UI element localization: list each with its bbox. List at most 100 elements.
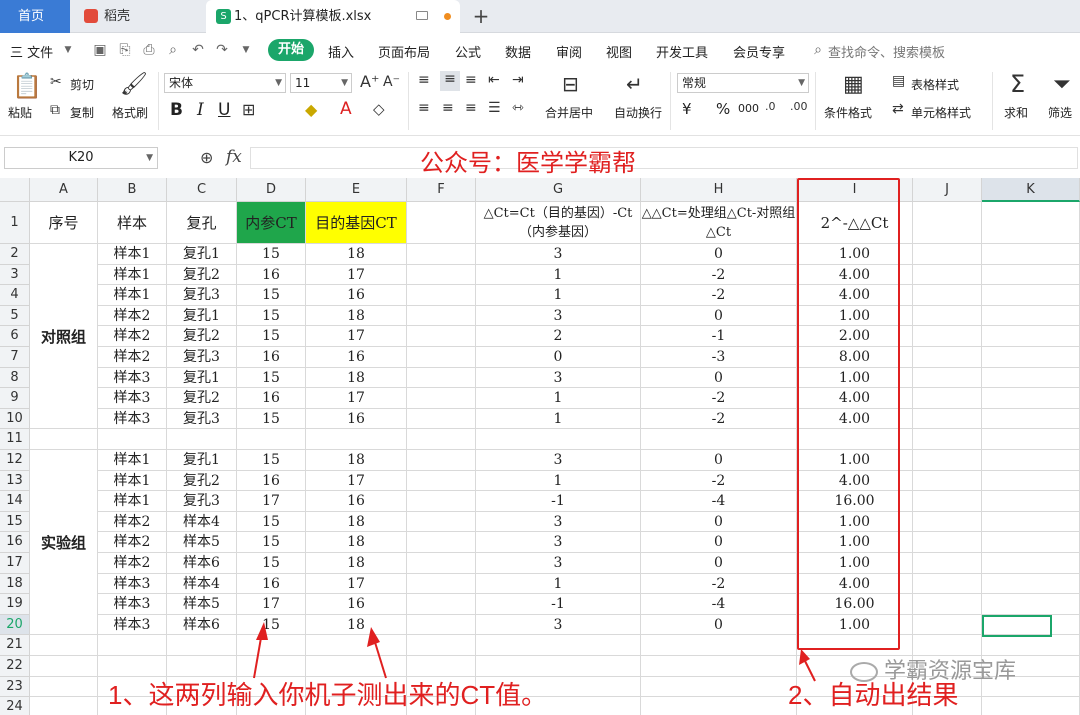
table-cell[interactable] — [641, 656, 797, 677]
table-cell[interactable] — [30, 676, 98, 698]
table-cell[interactable] — [30, 635, 98, 656]
table-cell[interactable]: -2 — [641, 388, 797, 409]
table-cell[interactable]: 4.00 — [797, 573, 913, 595]
table-cell[interactable]: 0 — [641, 450, 797, 471]
table-cell[interactable]: 17 — [237, 491, 306, 512]
table-cell[interactable]: 18 — [306, 614, 407, 636]
table-cell[interactable]: 18 — [306, 511, 407, 533]
table-cell[interactable] — [407, 553, 476, 574]
table-cell[interactable]: 17 — [306, 326, 407, 347]
table-cell[interactable]: 1.00 — [797, 511, 913, 533]
table-cell[interactable]: 1.00 — [797, 553, 913, 574]
table-cell[interactable] — [407, 408, 476, 430]
decrease-decimal-icon[interactable]: .00 — [790, 100, 808, 113]
formula-input[interactable] — [250, 147, 1078, 169]
format-painter-button[interactable]: 格式刷 — [112, 104, 148, 121]
row-header[interactable]: 13 — [0, 470, 30, 492]
table-cell[interactable] — [982, 450, 1080, 471]
cell-style-button[interactable]: 单元格样式 — [911, 104, 971, 121]
group-label-control[interactable]: 对照组 — [30, 244, 98, 430]
header-cell[interactable]: 复孔 — [167, 202, 237, 244]
table-cell[interactable]: 样本3 — [98, 367, 167, 389]
table-cell[interactable]: 复孔1 — [167, 450, 237, 471]
menu-insert[interactable]: 插入 — [328, 42, 354, 61]
paste-icon[interactable]: 📋 — [12, 72, 42, 100]
table-cell[interactable]: 18 — [306, 553, 407, 574]
table-cell[interactable] — [982, 491, 1080, 512]
column-header-c[interactable]: C — [167, 178, 237, 202]
row-header[interactable]: 17 — [0, 553, 30, 574]
table-cell[interactable]: 4.00 — [797, 388, 913, 409]
table-cell[interactable]: 16.00 — [797, 491, 913, 512]
row-header[interactable]: 15 — [0, 511, 30, 533]
menu-view[interactable]: 视图 — [606, 42, 632, 61]
copy-button[interactable]: 复制 — [70, 104, 94, 121]
table-cell[interactable]: -1 — [641, 326, 797, 347]
table-cell[interactable]: 18 — [306, 367, 407, 389]
table-cell[interactable]: 15 — [237, 614, 306, 636]
table-cell[interactable]: 样本2 — [98, 347, 167, 368]
table-cell[interactable]: 17 — [306, 573, 407, 595]
table-cell[interactable]: 1 — [476, 264, 641, 286]
row-header[interactable]: 2 — [0, 244, 30, 265]
command-search[interactable]: 查找命令、搜索模板 — [828, 42, 945, 61]
table-cell[interactable]: 16 — [237, 347, 306, 368]
table-cell[interactable] — [913, 244, 982, 265]
print-preview-icon[interactable]: ⌕ — [165, 42, 181, 58]
new-tab-button[interactable]: + — [470, 0, 492, 33]
font-shrink-icon[interactable]: A⁻ — [383, 74, 400, 90]
table-cell[interactable]: -1 — [476, 491, 641, 512]
table-cell[interactable] — [306, 656, 407, 677]
table-cell[interactable]: 1 — [476, 285, 641, 306]
table-cell[interactable] — [306, 429, 407, 450]
table-cell[interactable]: 16 — [237, 264, 306, 286]
table-cell[interactable] — [982, 697, 1080, 715]
align-center-icon[interactable]: ≡ — [442, 100, 454, 116]
table-cell[interactable] — [982, 347, 1080, 368]
table-cell[interactable]: 0 — [641, 553, 797, 574]
table-cell[interactable] — [407, 285, 476, 306]
row-header[interactable]: 22 — [0, 656, 30, 677]
table-cell[interactable] — [982, 429, 1080, 450]
table-cell[interactable]: 复孔3 — [167, 285, 237, 306]
table-cell[interactable] — [407, 388, 476, 409]
table-cell[interactable] — [407, 326, 476, 347]
table-cell[interactable]: 复孔3 — [167, 408, 237, 430]
table-cell[interactable] — [407, 656, 476, 677]
table-cell[interactable]: 1.00 — [797, 367, 913, 389]
sum-button[interactable]: 求和 — [1004, 104, 1028, 121]
row-header[interactable]: 8 — [0, 367, 30, 389]
table-cell[interactable]: 样本3 — [98, 614, 167, 636]
table-cell[interactable] — [982, 553, 1080, 574]
align-left-icon[interactable]: ≡ — [418, 100, 430, 116]
table-cell[interactable] — [982, 285, 1080, 306]
table-cell[interactable]: -2 — [641, 264, 797, 286]
table-cell[interactable] — [407, 594, 476, 615]
table-cell[interactable]: 15 — [237, 305, 306, 327]
align-middle-icon[interactable]: ≡ — [440, 71, 460, 91]
table-cell[interactable] — [407, 614, 476, 636]
table-cell[interactable] — [913, 594, 982, 615]
table-cell[interactable]: 15 — [237, 367, 306, 389]
table-cell[interactable]: 16 — [306, 491, 407, 512]
column-header-k[interactable]: K — [982, 178, 1080, 202]
table-cell[interactable]: 0 — [476, 347, 641, 368]
table-cell[interactable] — [913, 532, 982, 553]
table-cell[interactable] — [407, 532, 476, 553]
table-cell[interactable] — [306, 635, 407, 656]
table-cell[interactable] — [982, 573, 1080, 595]
table-cell[interactable]: 3 — [476, 305, 641, 327]
table-cell[interactable]: -2 — [641, 470, 797, 492]
table-cell[interactable]: 15 — [237, 532, 306, 553]
table-cell[interactable]: 复孔2 — [167, 264, 237, 286]
table-cell[interactable]: -4 — [641, 491, 797, 512]
row-header[interactable]: 21 — [0, 635, 30, 656]
thousands-button[interactable]: 000 — [738, 102, 759, 115]
table-cell[interactable] — [476, 429, 641, 450]
fx-icon[interactable]: fx — [226, 147, 242, 167]
table-cell[interactable]: 复孔1 — [167, 305, 237, 327]
table-cell[interactable] — [407, 511, 476, 533]
table-cell[interactable] — [98, 656, 167, 677]
align-right-icon[interactable]: ≡ — [465, 100, 477, 116]
table-cell[interactable]: 1.00 — [797, 244, 913, 265]
